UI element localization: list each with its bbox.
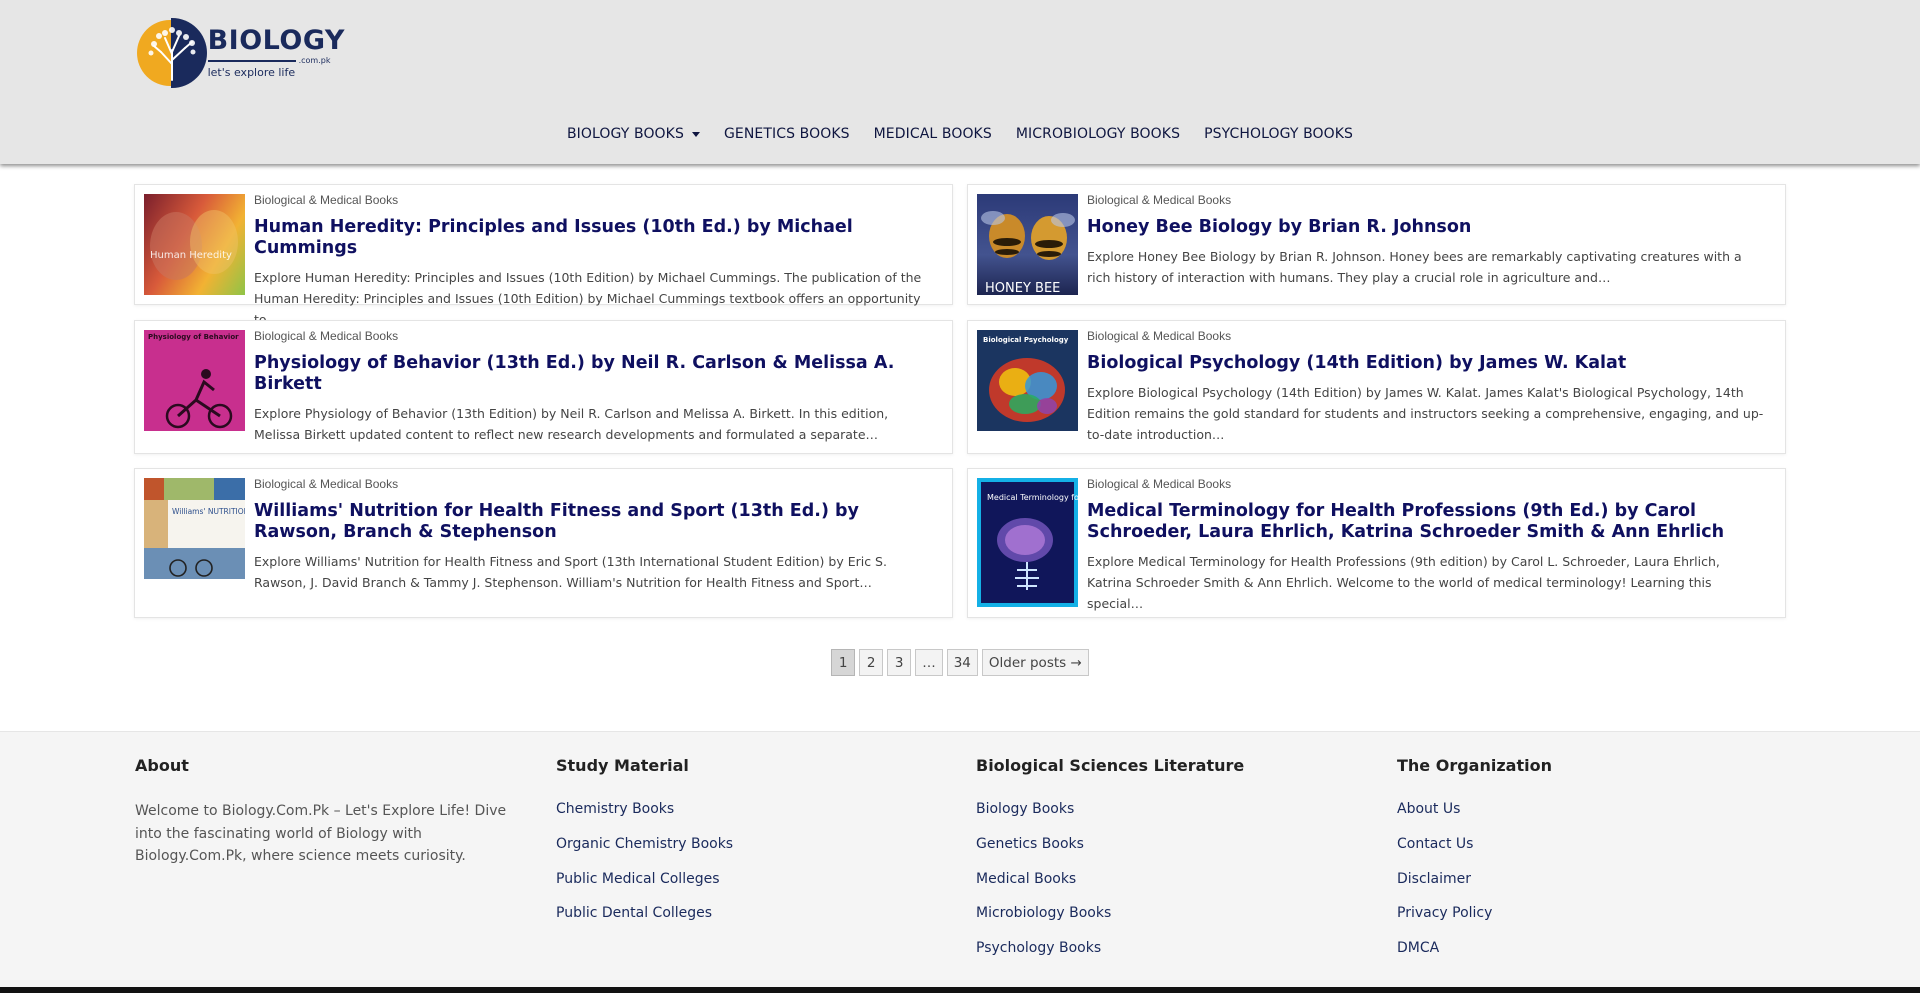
nav-item-label: PSYCHOLOGY BOOKS bbox=[1204, 126, 1354, 142]
footer-link-biology-books[interactable]: Biology Books bbox=[976, 800, 1244, 818]
footer-literature-column: Biological Sciences Literature Biology B… bbox=[976, 756, 1244, 974]
footer-link-contact-us[interactable]: Contact Us bbox=[1397, 835, 1552, 853]
post-category[interactable]: Biological & Medical Books bbox=[254, 477, 934, 491]
site-footer: About Welcome to Biology.Com.Pk – Let's … bbox=[0, 731, 1920, 987]
cover-title: Williams' NUTRITION bbox=[172, 507, 245, 516]
footer-link-chemistry-books[interactable]: Chemistry Books bbox=[556, 800, 733, 818]
nav-item-label: MEDICAL BOOKS bbox=[873, 126, 992, 142]
post-card-biological-psychology: Biological Psychology Biological & Medic… bbox=[967, 320, 1786, 454]
footer-heading: The Organization bbox=[1397, 756, 1552, 775]
post-category[interactable]: Biological & Medical Books bbox=[254, 329, 934, 343]
page-34-button[interactable]: 34 bbox=[946, 649, 978, 676]
footer-study-column: Study Material Chemistry Books Organic C… bbox=[556, 756, 733, 939]
book-cover-thumbnail[interactable]: Human Heredity bbox=[144, 194, 245, 295]
site-logo[interactable]: BIOLOGY .com.pk let's explore life bbox=[135, 16, 345, 90]
footer-link-public-medical-colleges[interactable]: Public Medical Colleges bbox=[556, 870, 733, 888]
footer-bottom-bar bbox=[0, 987, 1920, 993]
cover-title: HONEY BEE bbox=[985, 281, 1060, 295]
logo-underline bbox=[207, 59, 296, 62]
book-cover-thumbnail[interactable]: Medical Terminology for Health Professio… bbox=[977, 478, 1078, 607]
post-category[interactable]: Biological & Medical Books bbox=[1087, 193, 1767, 207]
post-title[interactable]: Biological Psychology (14th Edition) by … bbox=[1087, 353, 1767, 374]
post-excerpt: Explore Physiology of Behavior (13th Edi… bbox=[254, 406, 889, 442]
footer-about-text: Welcome to Biology.Com.Pk – Let's Explor… bbox=[135, 803, 507, 864]
footer-link-microbiology-books[interactable]: Microbiology Books bbox=[976, 904, 1244, 922]
post-category[interactable]: Biological & Medical Books bbox=[1087, 329, 1767, 343]
cover-title: Biological Psychology bbox=[983, 336, 1069, 344]
footer-link-disclaimer[interactable]: Disclaimer bbox=[1397, 870, 1552, 888]
nav-item-genetics-books[interactable]: GENETICS BOOKS bbox=[712, 126, 862, 142]
footer-about-column: About Welcome to Biology.Com.Pk – Let's … bbox=[135, 756, 535, 868]
post-category[interactable]: Biological & Medical Books bbox=[254, 193, 934, 207]
post-title[interactable]: Honey Bee Biology by Brian R. Johnson bbox=[1087, 217, 1767, 238]
book-cover-thumbnail[interactable]: Biological Psychology bbox=[977, 330, 1078, 431]
footer-heading: Study Material bbox=[556, 756, 689, 775]
footer-heading: Biological Sciences Literature bbox=[976, 756, 1245, 775]
cover-title: Human Heredity bbox=[150, 250, 232, 261]
footer-link-genetics-books[interactable]: Genetics Books bbox=[976, 835, 1244, 853]
tree-head-logo-icon bbox=[135, 16, 207, 90]
page-2-button[interactable]: 2 bbox=[859, 649, 884, 676]
post-title[interactable]: Physiology of Behavior (13th Ed.) by Nei… bbox=[254, 353, 934, 395]
post-category[interactable]: Biological & Medical Books bbox=[1087, 477, 1767, 491]
cover-title: Physiology of Behavior bbox=[148, 333, 239, 341]
footer-link-about-us[interactable]: About Us bbox=[1397, 800, 1552, 818]
post-excerpt: Explore Honey Bee Biology by Brian R. Jo… bbox=[1087, 249, 1742, 285]
footer-organization-column: The Organization About Us Contact Us Dis… bbox=[1397, 756, 1552, 974]
nav-item-label: GENETICS BOOKS bbox=[723, 126, 850, 142]
logo-title: BIOLOGY bbox=[207, 25, 345, 56]
post-title[interactable]: Medical Terminology for Health Professio… bbox=[1087, 501, 1767, 543]
cover-title: Medical Terminology for Health Professio… bbox=[987, 493, 1078, 502]
page-ellipsis: … bbox=[915, 649, 943, 676]
page-3-button[interactable]: 3 bbox=[887, 649, 912, 676]
post-excerpt: Explore Medical Terminology for Health P… bbox=[1087, 554, 1720, 611]
pagination: 1 2 3 … 34 Older posts → bbox=[0, 649, 1920, 676]
nav-item-microbiology-books[interactable]: MICROBIOLOGY BOOKS bbox=[1004, 126, 1192, 142]
post-excerpt: Explore Biological Psychology (14th Edit… bbox=[1087, 385, 1764, 442]
nav-item-medical-books[interactable]: MEDICAL BOOKS bbox=[862, 126, 1004, 142]
footer-link-organic-chemistry-books[interactable]: Organic Chemistry Books bbox=[556, 835, 733, 853]
nav-item-biology-books[interactable]: BIOLOGY BOOKS bbox=[555, 126, 712, 142]
post-card-physiology-behavior: Physiology of Behavior Biological & Medi… bbox=[134, 320, 953, 454]
site-header: BIOLOGY .com.pk let's explore life BIOLO… bbox=[0, 0, 1920, 164]
older-posts-button[interactable]: Older posts → bbox=[981, 649, 1089, 676]
post-card-medical-terminology: Medical Terminology for Health Professio… bbox=[967, 468, 1786, 618]
post-card-human-heredity: Human Heredity Biological & Medical Book… bbox=[134, 184, 953, 327]
footer-link-medical-books[interactable]: Medical Books bbox=[976, 870, 1244, 888]
post-excerpt: Explore Williams' Nutrition for Health F… bbox=[254, 554, 887, 590]
nav-item-label: MICROBIOLOGY BOOKS bbox=[1015, 126, 1181, 142]
book-cover-thumbnail[interactable]: HONEY BEE bbox=[977, 194, 1078, 295]
post-title[interactable]: Williams' Nutrition for Health Fitness a… bbox=[254, 501, 934, 543]
book-cover-thumbnail[interactable]: Williams' NUTRITION bbox=[144, 478, 245, 579]
book-cover-thumbnail[interactable]: Physiology of Behavior bbox=[144, 330, 245, 431]
nav-item-label: BIOLOGY BOOKS bbox=[566, 126, 684, 142]
logo-tagline: let's explore life bbox=[207, 66, 296, 79]
footer-link-dmca[interactable]: DMCA bbox=[1397, 939, 1552, 957]
post-card-williams-nutrition: Williams' NUTRITION Biological & Medical… bbox=[134, 468, 953, 618]
footer-heading: About bbox=[135, 756, 189, 775]
post-card-honey-bee: HONEY BEE Biological & Medical Books Hon… bbox=[967, 184, 1786, 305]
footer-link-psychology-books[interactable]: Psychology Books bbox=[976, 939, 1244, 957]
logo-domain: .com.pk bbox=[298, 56, 331, 65]
footer-link-privacy-policy[interactable]: Privacy Policy bbox=[1397, 904, 1552, 922]
main-nav: BIOLOGY BOOKS GENETICS BOOKS MEDICAL BOO… bbox=[0, 126, 1920, 142]
page-1-button[interactable]: 1 bbox=[831, 649, 856, 676]
post-title[interactable]: Human Heredity: Principles and Issues (1… bbox=[254, 217, 934, 259]
footer-link-public-dental-colleges[interactable]: Public Dental Colleges bbox=[556, 904, 733, 922]
nav-item-psychology-books[interactable]: PSYCHOLOGY BOOKS bbox=[1192, 126, 1365, 142]
caret-down-icon[interactable] bbox=[691, 131, 700, 137]
